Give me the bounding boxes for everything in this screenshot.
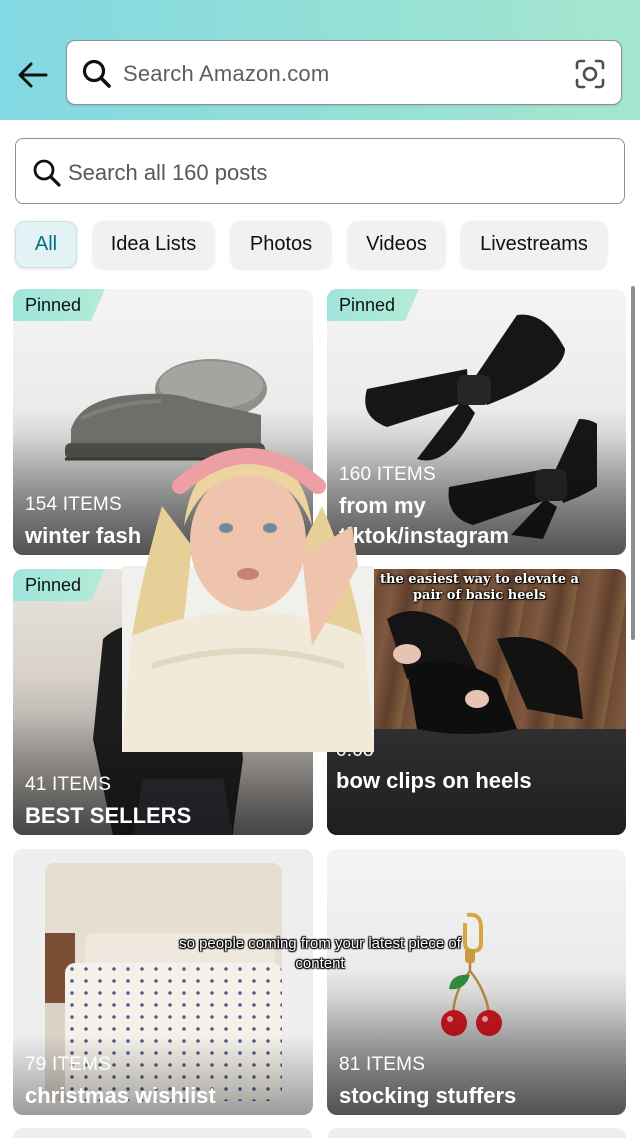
arrow-left-icon bbox=[18, 62, 48, 88]
filter-photos[interactable]: Photos bbox=[231, 221, 331, 268]
creator-video-overlay bbox=[122, 448, 374, 752]
search-icon bbox=[33, 159, 61, 187]
post-title: BEST SELLERS bbox=[25, 803, 192, 828]
video-subtitle: so people coming from your latest piece … bbox=[179, 935, 461, 972]
filter-livestreams[interactable]: Livestreams bbox=[461, 221, 607, 268]
pinned-badge: Pinned bbox=[13, 569, 105, 601]
post-card-stocking-stuffers[interactable]: 81 ITEMS stocking stuffers bbox=[327, 849, 626, 1115]
amazon-search-bar[interactable]: Search Amazon.com bbox=[66, 40, 622, 105]
back-button[interactable] bbox=[14, 56, 52, 94]
item-count: 81 ITEMS bbox=[339, 1054, 426, 1075]
post-search-placeholder: Search all 160 posts bbox=[68, 160, 268, 185]
filter-videos[interactable]: Videos bbox=[348, 221, 445, 268]
post-title: bow clips on heels bbox=[336, 768, 532, 793]
search-icon bbox=[82, 59, 111, 88]
amazon-header: Search Amazon.com bbox=[0, 0, 640, 120]
next-card-peek bbox=[13, 1128, 313, 1138]
post-title: christmas wishlist bbox=[25, 1083, 216, 1108]
item-count: 41 ITEMS bbox=[25, 774, 112, 795]
scrollbar[interactable] bbox=[631, 286, 635, 640]
item-count: 79 ITEMS bbox=[25, 1054, 112, 1075]
pinned-badge: Pinned bbox=[13, 289, 105, 321]
pinned-badge: Pinned bbox=[327, 289, 419, 321]
post-search-input[interactable]: Search all 160 posts bbox=[15, 138, 625, 204]
camera-scan-icon[interactable] bbox=[573, 57, 607, 91]
post-card-christmas-wishlist[interactable]: 79 ITEMS christmas wishlist bbox=[13, 849, 313, 1115]
heels-with-bows-image bbox=[387, 611, 583, 734]
filter-all[interactable]: All bbox=[15, 221, 77, 268]
next-card-peek bbox=[327, 1128, 626, 1138]
post-title: stocking stuffers bbox=[339, 1083, 517, 1108]
item-count: 154 ITEMS bbox=[25, 494, 122, 515]
amazon-search-placeholder: Search Amazon.com bbox=[123, 61, 330, 86]
filter-idea-lists[interactable]: Idea Lists bbox=[93, 221, 214, 268]
